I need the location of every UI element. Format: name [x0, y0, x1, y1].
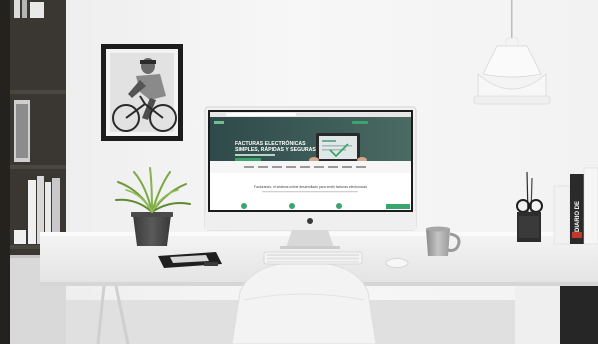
office-desk-scene: FACTURAS ELECTRÓNICAS SIMPLES, RÁPIDAS Y…: [0, 0, 598, 344]
framed-cyclist-picture: [101, 44, 183, 141]
bookshelf: [0, 0, 66, 344]
chair: [231, 261, 377, 344]
screen-website: FACTURAS ELECTRÓNICAS SIMPLES, RÁPIDAS Y…: [210, 112, 411, 210]
screen-tagline: Facturando, el sistema online desarrolla…: [254, 185, 367, 189]
keyboard: [263, 251, 363, 265]
mouse: [385, 258, 409, 268]
hero-title-line1: FACTURAS ELECTRÓNICAS: [235, 139, 306, 147]
book-spine-title: DIARIO DE: [575, 201, 581, 232]
scene-illustration: FACTURAS ELECTRÓNICAS SIMPLES, RÁPIDAS Y…: [0, 0, 598, 344]
hero-title-line2: SIMPLES, RÁPIDAS Y SEGURAS.: [235, 146, 318, 153]
